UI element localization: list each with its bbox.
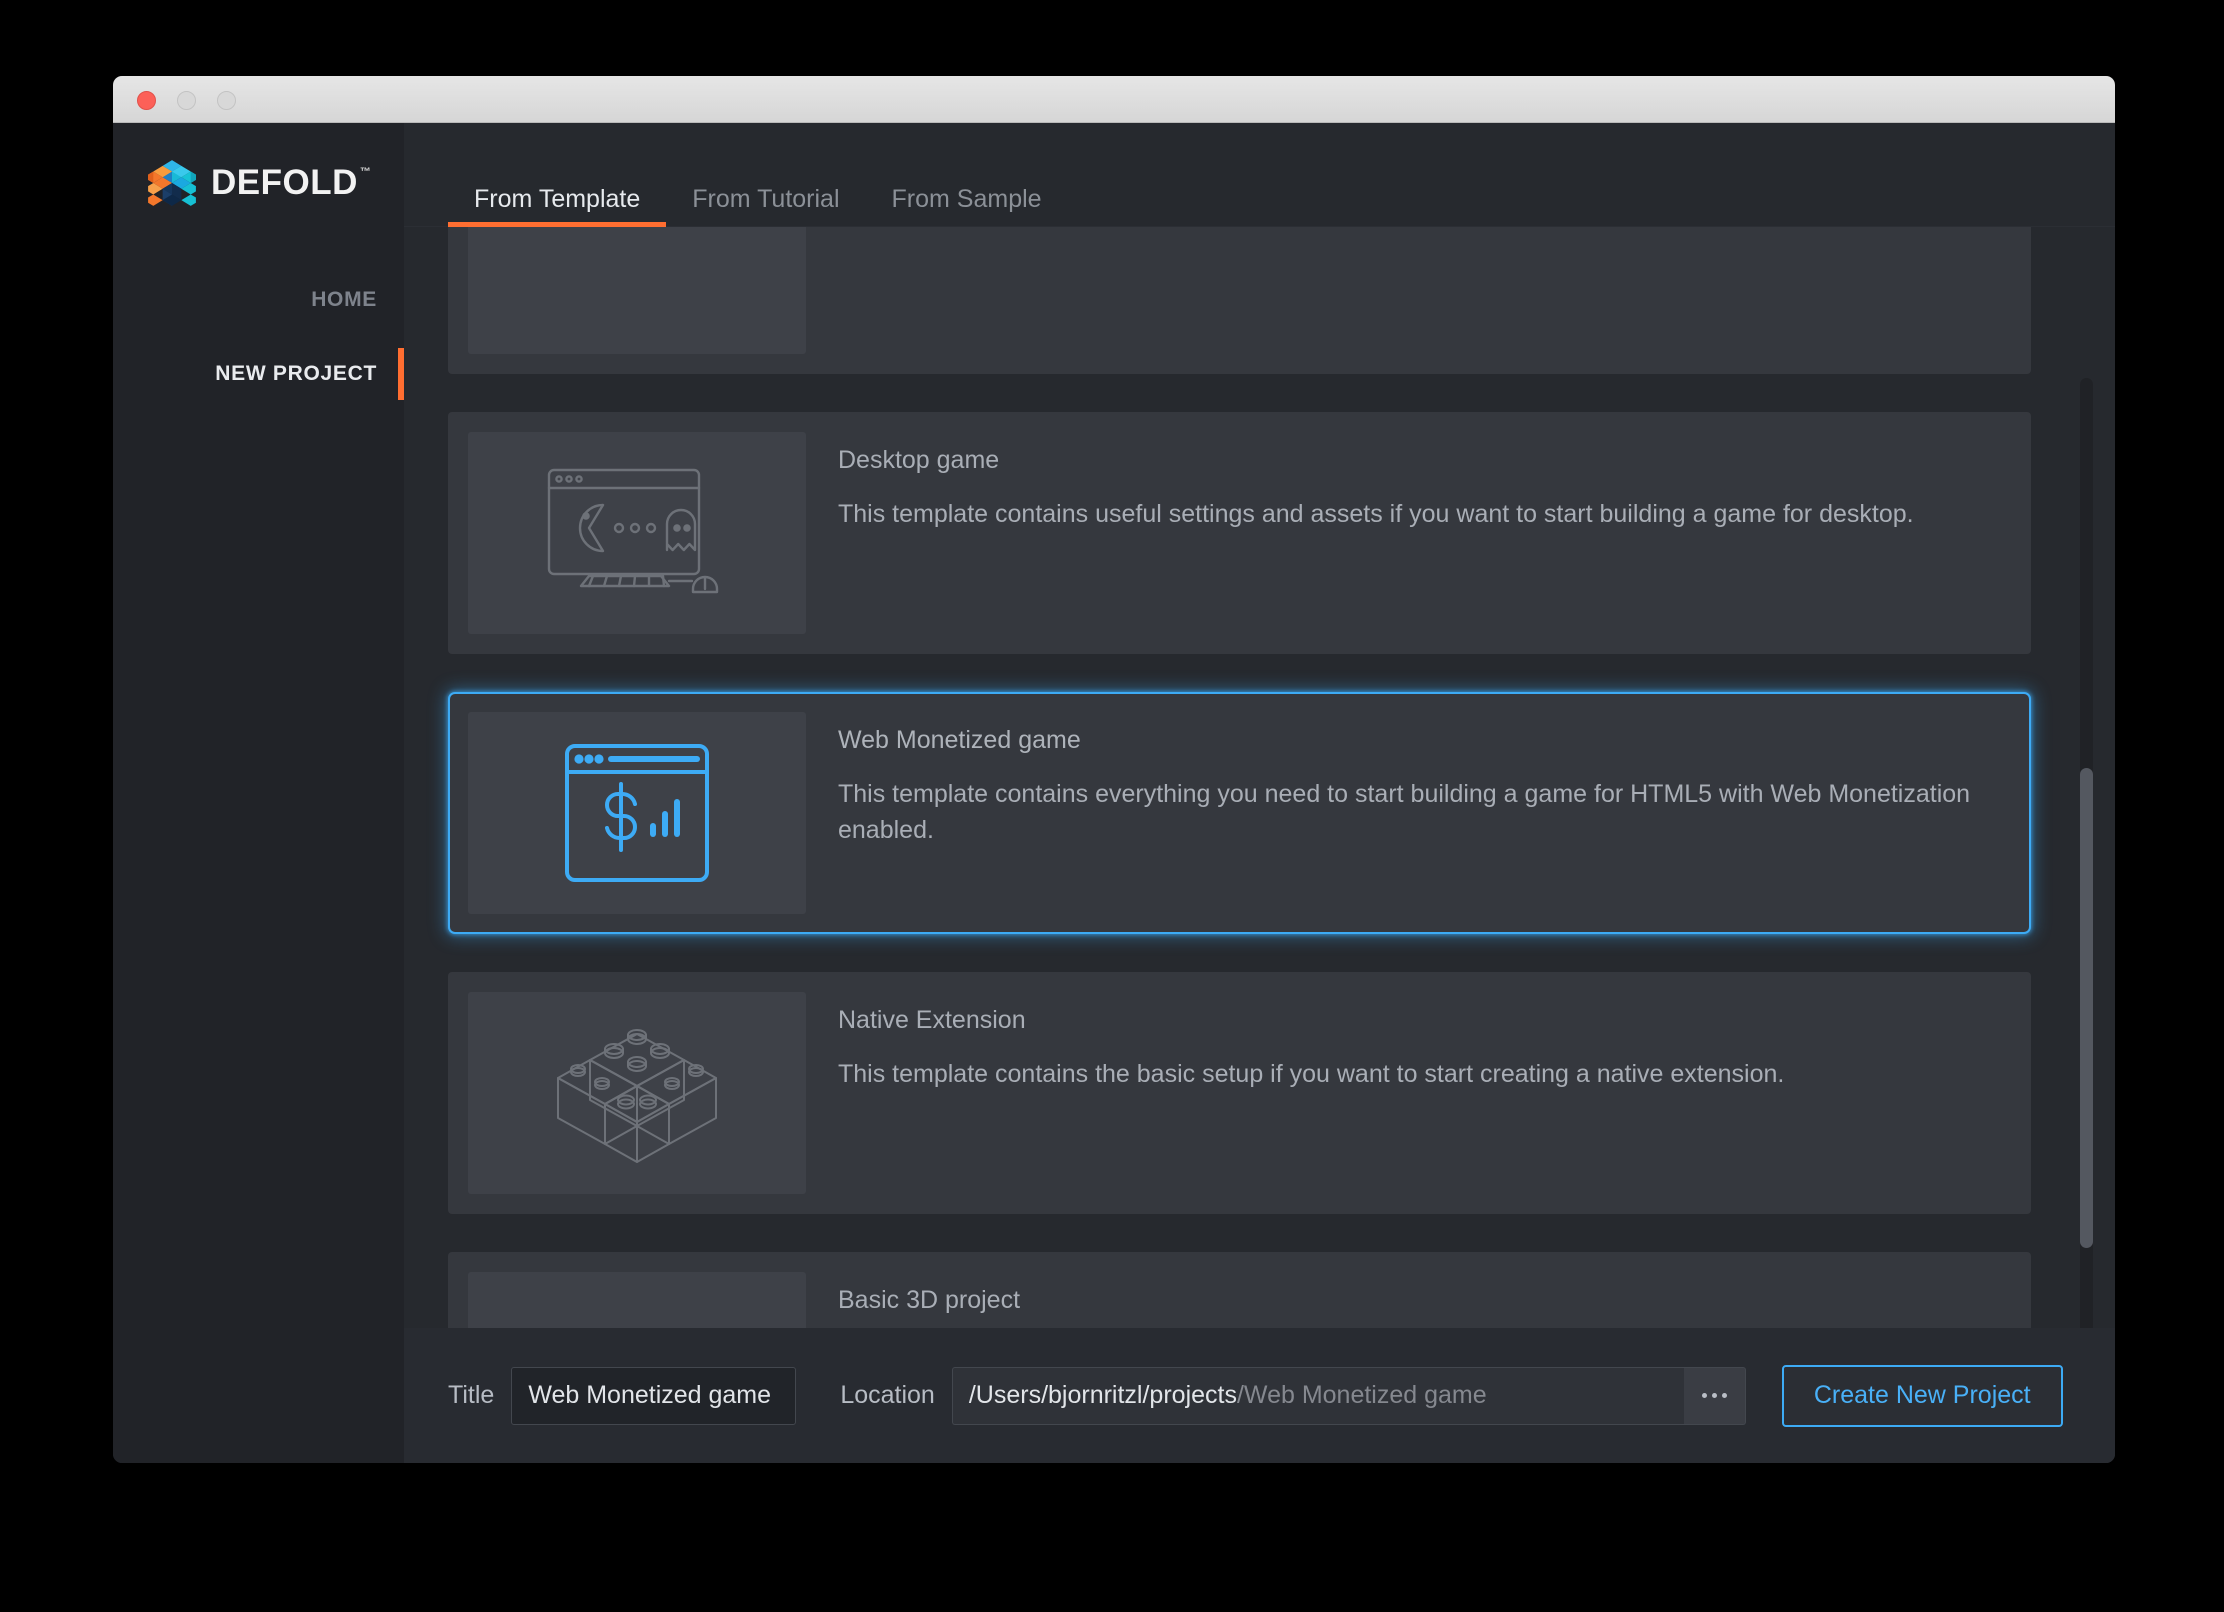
sidebar: DEFOLD ™ HOME NEW PROJECT — [113, 123, 404, 1463]
template-list-scroll-area[interactable]: Desktop game This template contains usef… — [404, 227, 2115, 1328]
template-list-scrollbar-thumb[interactable] — [2080, 768, 2093, 1248]
project-settings-bar: Title Web Monetized game Location /Users… — [404, 1328, 2115, 1463]
window-close-button[interactable] — [137, 91, 156, 110]
desktop-monitor-pacman-icon — [547, 468, 719, 594]
title-input-value: Web Monetized game — [528, 1381, 772, 1409]
location-field-group: /Users/bjornritzl/projects/Web Monetized… — [951, 1366, 1746, 1425]
template-description: This template contains useful settings a… — [838, 500, 1914, 528]
ellipsis-icon-dot — [1701, 1393, 1707, 1398]
template-list-scrollbar-track[interactable] — [2080, 378, 2093, 1328]
main-panel: From Template From Tutorial From Sample — [404, 123, 2115, 1463]
tab-bar: From Template From Tutorial From Sample — [404, 123, 2115, 227]
browse-folder-button[interactable] — [1683, 1366, 1746, 1425]
template-card-text: Native Extension This template contains … — [806, 992, 2011, 1194]
tab-from-tutorial[interactable]: From Tutorial — [666, 185, 865, 227]
template-thumbnail-basic-3d-project — [468, 1272, 806, 1328]
template-card-desktop-game[interactable]: Desktop game This template contains usef… — [448, 412, 2031, 654]
title-input[interactable]: Web Monetized game — [511, 1366, 797, 1425]
template-description: This template contains everything you ne… — [838, 780, 1971, 844]
ellipsis-icon-dot — [1711, 1393, 1717, 1398]
defold-logo-text: DEFOLD ™ — [211, 163, 371, 203]
tab-from-tutorial-label: From Tutorial — [692, 185, 840, 213]
template-card[interactable] — [448, 227, 2031, 374]
window-body: DEFOLD ™ HOME NEW PROJECT From Template … — [113, 123, 2115, 1463]
tab-from-sample-label: From Sample — [891, 185, 1042, 213]
template-card-text: Basic 3D project — [806, 1272, 2011, 1328]
ellipsis-icon-dot — [1721, 1393, 1727, 1398]
sidebar-item-home-label: HOME — [311, 288, 377, 311]
location-field-label: Location — [840, 1381, 935, 1409]
window-zoom-button[interactable] — [217, 91, 236, 110]
template-title: Native Extension — [838, 1006, 1026, 1034]
sidebar-item-new-project-label: NEW PROJECT — [215, 362, 377, 385]
tab-from-template-label: From Template — [474, 185, 641, 213]
location-input[interactable]: /Users/bjornritzl/projects/Web Monetized… — [951, 1366, 1684, 1425]
sidebar-item-new-project[interactable]: NEW PROJECT — [113, 337, 404, 411]
defold-editor-window: DEFOLD ™ HOME NEW PROJECT From Template … — [113, 76, 2115, 1463]
window-minimize-button[interactable] — [177, 91, 196, 110]
location-input-suffix: /Web Monetized game — [1236, 1381, 1487, 1409]
template-thumbnail-native-extension — [468, 992, 806, 1194]
template-title: Web Monetized game — [838, 726, 1081, 754]
window-titlebar — [113, 76, 2115, 123]
create-new-project-button[interactable]: Create New Project — [1781, 1364, 2063, 1427]
trademark-mark: ™ — [359, 166, 372, 178]
sidebar-nav: HOME NEW PROJECT — [113, 263, 404, 411]
template-card-native-extension[interactable]: Native Extension This template contains … — [448, 972, 2031, 1214]
template-card-text: Web Monetized game This template contain… — [806, 712, 2011, 914]
template-list: Desktop game This template contains usef… — [448, 227, 2031, 1328]
defold-logo-mark — [148, 160, 196, 206]
create-new-project-label: Create New Project — [1813, 1381, 2031, 1409]
lego-bricks-icon — [557, 1029, 717, 1163]
browser-dollar-signal-icon — [565, 744, 709, 882]
title-field-label: Title — [448, 1381, 495, 1409]
desktop-backdrop: DEFOLD ™ HOME NEW PROJECT From Template … — [0, 0, 2224, 1612]
defold-wordmark: DEFOLD — [211, 163, 358, 202]
template-title: Desktop game — [838, 446, 1000, 474]
template-card-web-monetized-game[interactable]: Web Monetized game This template contain… — [448, 692, 2031, 934]
template-thumbnail-desktop-game — [468, 432, 806, 634]
defold-logo: DEFOLD ™ — [146, 157, 371, 209]
template-card-basic-3d-project[interactable]: Basic 3D project — [448, 1252, 2031, 1328]
sidebar-item-home[interactable]: HOME — [113, 263, 404, 337]
template-description: This template contains the basic setup i… — [838, 1060, 1785, 1088]
template-card-text — [806, 227, 2011, 354]
template-title: Basic 3D project — [838, 1286, 1021, 1314]
tab-from-sample[interactable]: From Sample — [866, 185, 1068, 227]
location-input-path: /Users/bjornritzl/projects — [968, 1381, 1237, 1409]
tab-from-template[interactable]: From Template — [448, 185, 667, 227]
template-thumbnail-web-monetized-game — [468, 712, 806, 914]
template-thumbnail — [468, 227, 806, 354]
tab-list: From Template From Tutorial From Sample — [448, 185, 1068, 227]
template-card-text: Desktop game This template contains usef… — [806, 432, 2011, 634]
